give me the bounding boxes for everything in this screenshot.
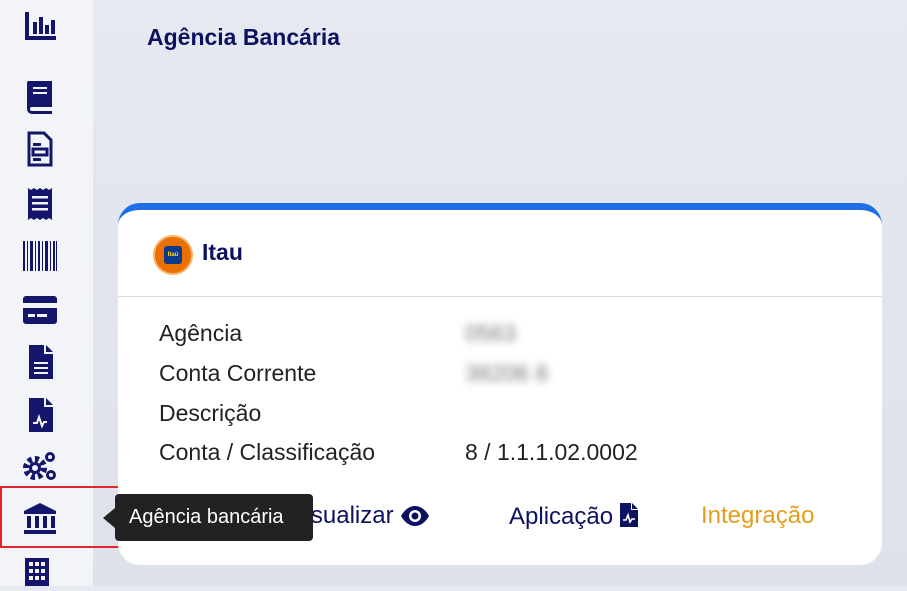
- file-chart-icon: [619, 502, 639, 535]
- eye-icon: [400, 505, 430, 534]
- field-label-descricao: Descrição: [159, 400, 262, 426]
- bank-logo: Itaú: [153, 235, 193, 275]
- receipt-icon[interactable]: [22, 186, 58, 222]
- document-list-icon[interactable]: [22, 131, 58, 167]
- field-value-conta-corrente: 38206 8: [465, 360, 549, 386]
- gears-icon[interactable]: [22, 448, 58, 484]
- barcode-icon[interactable]: [22, 238, 58, 274]
- book-icon[interactable]: [22, 78, 58, 114]
- field-label-conta-corrente: Conta Corrente: [159, 360, 317, 386]
- bar-chart-icon[interactable]: [22, 8, 58, 44]
- field-label-agencia: Agência: [159, 320, 243, 346]
- bank-name: Itau: [202, 239, 243, 265]
- aplicacao-label: Aplicação: [509, 503, 614, 530]
- credit-card-icon[interactable]: [22, 292, 58, 328]
- building-icon[interactable]: [22, 556, 52, 586]
- page-title: Agência Bancária: [147, 24, 341, 50]
- file-text-icon[interactable]: [22, 344, 58, 380]
- tooltip: Agência bancária: [115, 494, 313, 541]
- field-value-agencia: 0563: [465, 320, 517, 346]
- aplicacao-button[interactable]: Aplicação: [509, 502, 639, 535]
- file-chart-icon[interactable]: [22, 397, 58, 433]
- integracao-button[interactable]: Integração: [701, 502, 814, 530]
- field-value-conta-classificacao: 8 / 1.1.1.02.0002: [465, 439, 638, 465]
- tooltip-arrow: [103, 508, 115, 528]
- field-label-conta-classificacao: Conta / Classificação: [159, 439, 376, 465]
- card-header: Itaú Itau: [118, 210, 882, 297]
